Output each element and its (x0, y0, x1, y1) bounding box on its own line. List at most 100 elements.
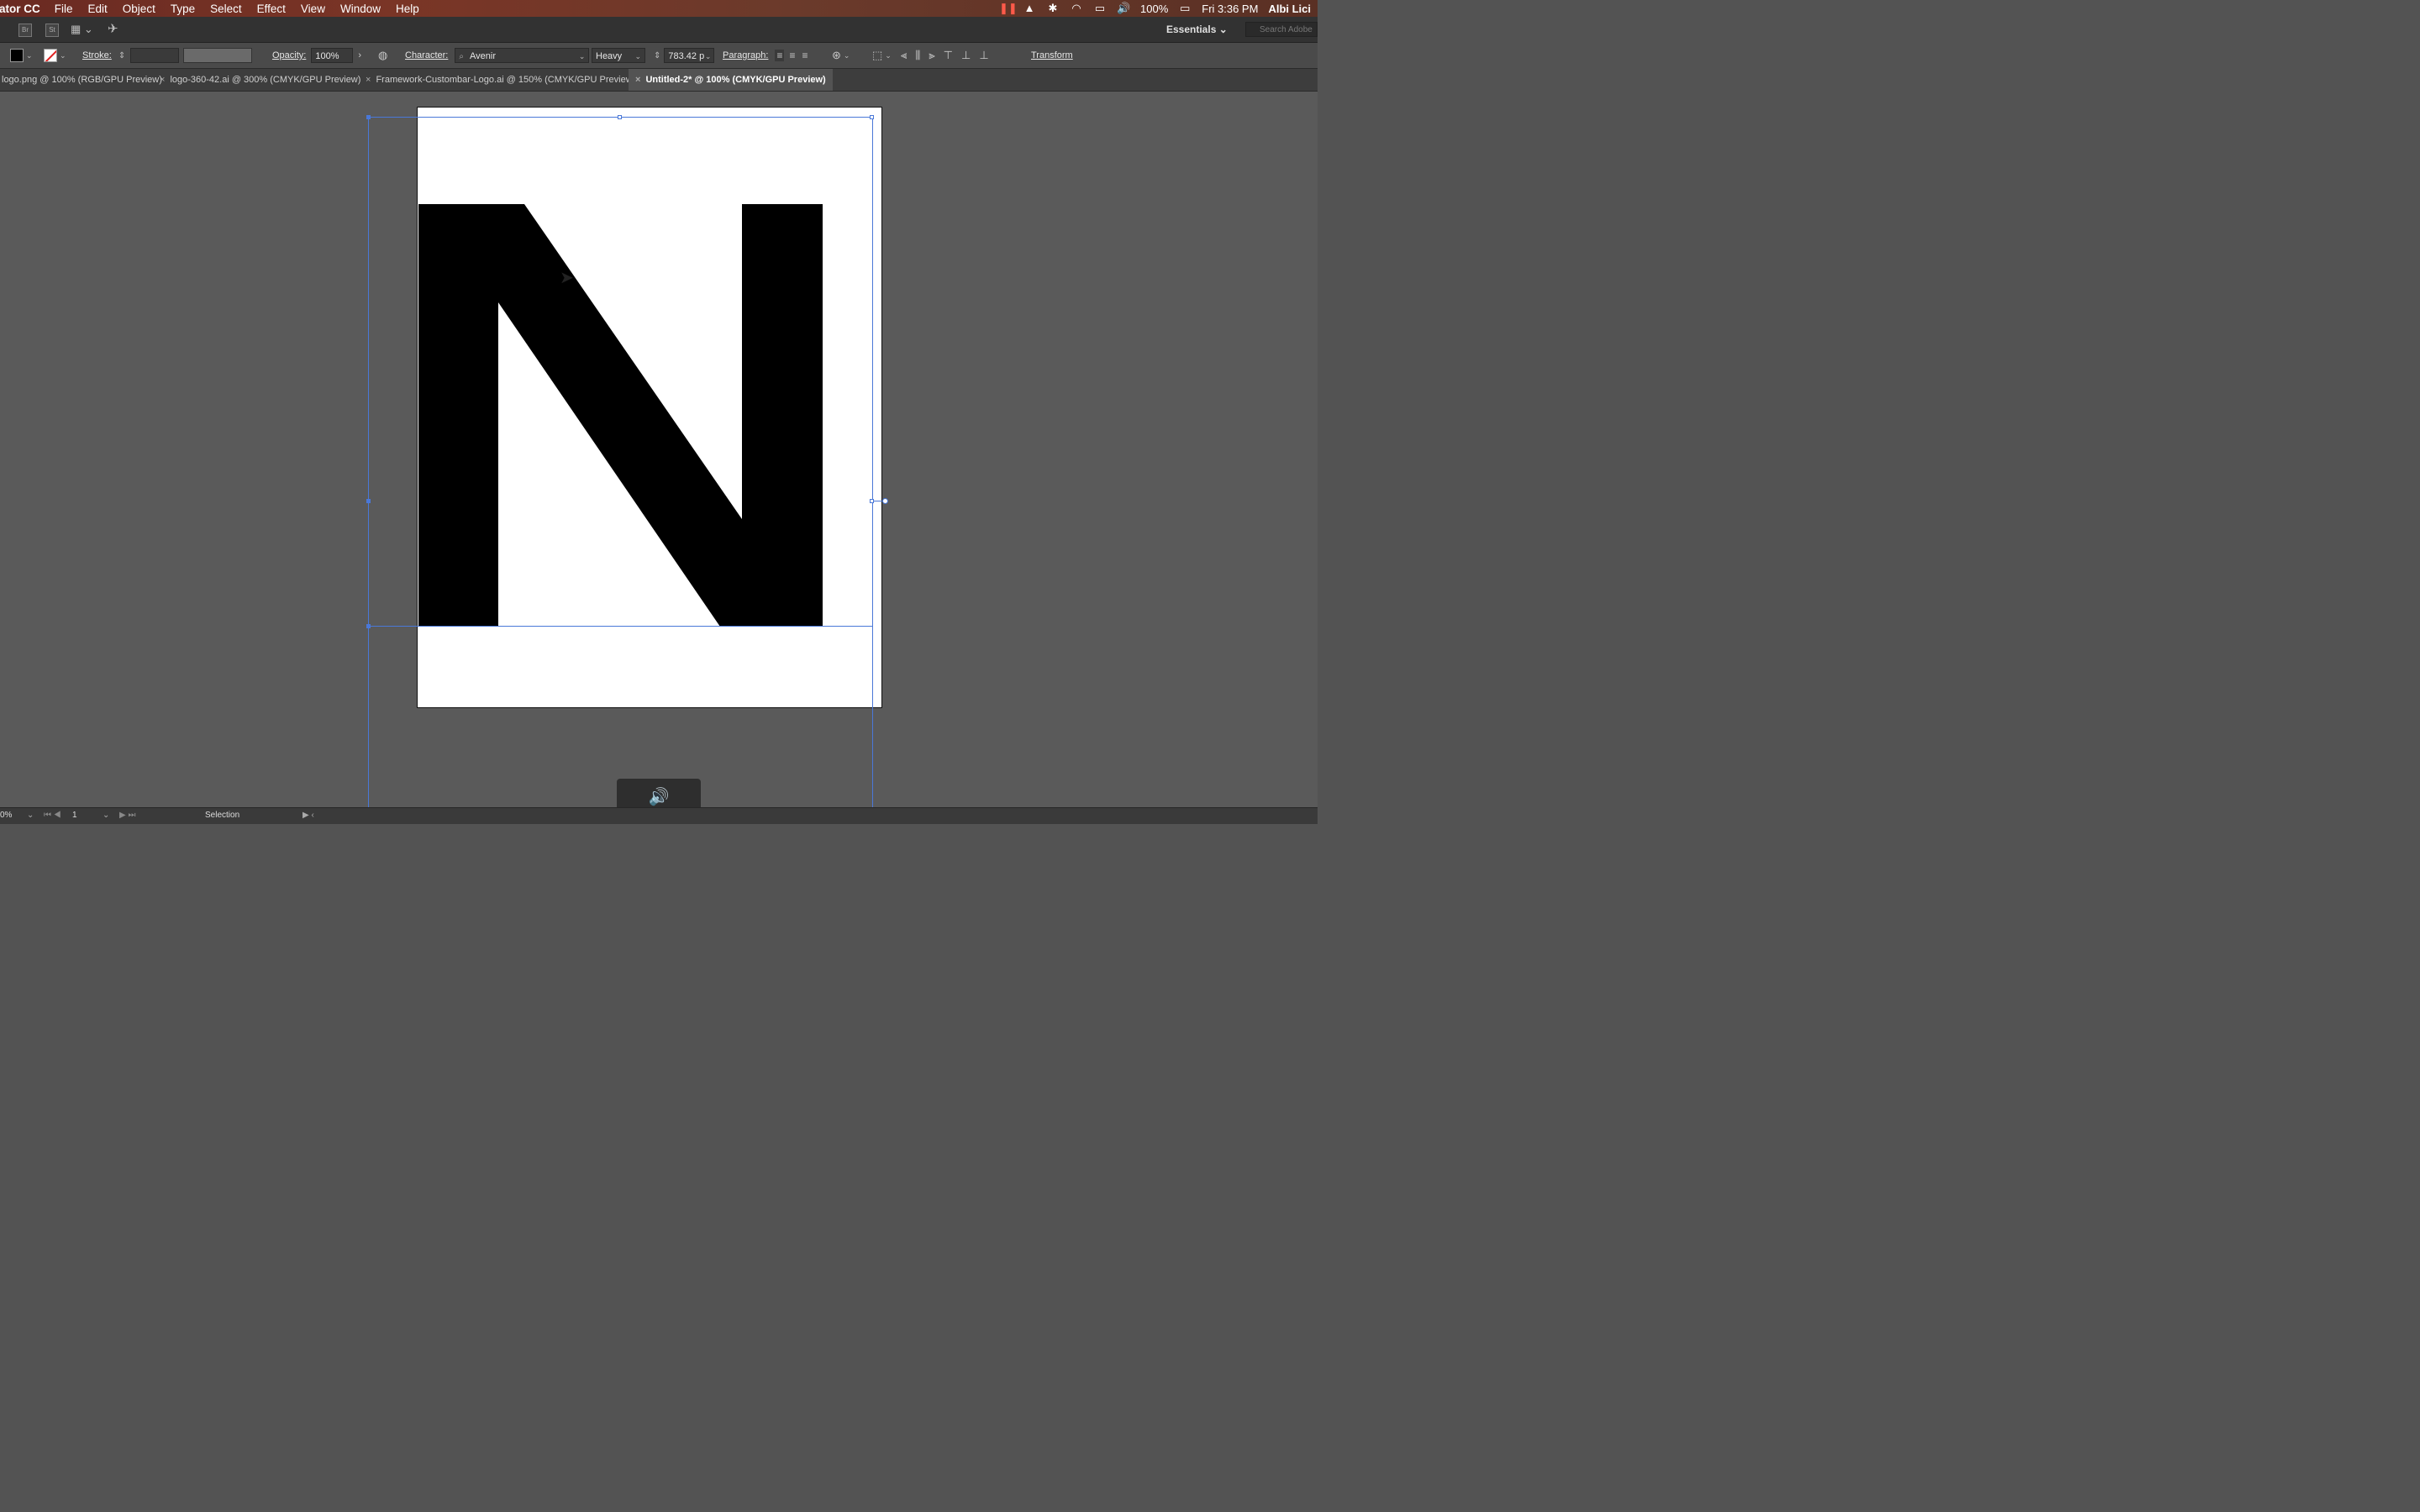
menu-type[interactable]: Type (163, 3, 203, 15)
vertical-align-bottom-icon[interactable]: ⊥ (979, 49, 988, 62)
menu-object[interactable]: Object (115, 3, 163, 15)
recording-icon[interactable]: ❚❚ (999, 3, 1018, 14)
selection-left-edge (368, 117, 369, 807)
first-artboard-icon[interactable]: ⏮ ◀ (44, 811, 61, 820)
gpu-performance-icon[interactable]: ✈ (108, 21, 118, 36)
user-name[interactable]: Albi Lici (1268, 3, 1311, 15)
app-name[interactable]: ator CC (0, 3, 47, 15)
stroke-dropdown-icon[interactable]: ⌄ (60, 51, 66, 60)
horizontal-align-left-icon[interactable]: ⫷ (901, 49, 907, 62)
opacity-label[interactable]: Opacity: (272, 50, 306, 60)
font-family-value: Avenir (470, 51, 497, 61)
menu-edit[interactable]: Edit (81, 3, 115, 15)
tab-label: logo-360-42.ai @ 300% (CMYK/GPU Preview) (170, 75, 361, 85)
menu-select[interactable]: Select (203, 3, 250, 15)
fill-dropdown-icon[interactable]: ⌄ (26, 51, 33, 60)
opentype-icon[interactable]: ⊛ (832, 49, 841, 62)
control-bar: ⌄ ⌄ Stroke: ⇕ ⌄ Opacity: 100% › ◍ Charac… (0, 43, 1318, 69)
clock[interactable]: Fri 3:36 PM (1202, 3, 1258, 15)
arrange-documents-icon[interactable]: ▦ ⌄ (71, 23, 93, 36)
workspace-switcher[interactable]: Essentials ⌄ (1166, 24, 1228, 35)
stroke-label[interactable]: Stroke: (82, 50, 112, 60)
menu-file[interactable]: File (47, 3, 81, 15)
menu-effect[interactable]: Effect (250, 3, 293, 15)
font-family-field[interactable]: ⌕ Avenir ⌄ (455, 48, 590, 64)
opacity-field[interactable]: 100% (311, 48, 354, 63)
font-family-dropdown-icon[interactable]: ⌄ (579, 49, 586, 64)
align-to-selection-icon[interactable]: ⬚ (872, 49, 882, 62)
battery-icon[interactable]: ▭ (1178, 3, 1192, 14)
type-handle[interactable] (882, 498, 888, 504)
tab-logo-360-42[interactable]: × logo-360-42.ai @ 300% (CMYK/GPU Preview… (160, 69, 360, 91)
font-size-dropdown-icon[interactable]: ⌄ (705, 49, 712, 64)
vertical-align-center-icon[interactable]: ⊥ (961, 49, 971, 62)
font-search-icon: ⌕ (459, 52, 464, 61)
font-size-field[interactable]: 783.42 p ⌄ (664, 48, 715, 64)
recolor-artwork-icon[interactable]: ◍ (378, 49, 387, 62)
selection-handle-top-right[interactable] (870, 115, 874, 119)
next-artboard-icon[interactable]: ▶ ⏭ (119, 811, 135, 820)
stock-button[interactable]: St (45, 24, 59, 37)
application-bar: Br St ▦ ⌄ ✈ Essentials ⌄ Search Adobe (0, 17, 1318, 43)
tab-logo-png[interactable]: logo.png @ 100% (RGB/GPU Preview) (2, 69, 162, 91)
tab-framework-custombar-logo[interactable]: × Framework-Custombar-Logo.ai @ 150% (CMY… (366, 69, 635, 91)
status-menus: ❚❚ ▲ ✱ ◠ ▭ 🔊 100% ▭ Fri 3:36 PM Albi Lic… (999, 0, 1318, 17)
close-icon[interactable]: × (366, 75, 371, 85)
selection-handle-top-left[interactable] (366, 115, 371, 119)
align-left-icon[interactable]: ≡ (775, 50, 785, 61)
transform-link[interactable]: Transform (1031, 50, 1073, 60)
artboard-number[interactable]: 1 (72, 811, 77, 820)
align-center-icon[interactable]: ≡ (789, 50, 795, 61)
bridge-button[interactable]: Br (18, 24, 32, 37)
paragraph-label[interactable]: Paragraph: (723, 50, 768, 60)
selection-handle-middle-left[interactable] (366, 499, 371, 503)
zoom-dropdown-icon[interactable]: ⌄ (27, 811, 34, 820)
tab-untitled-2[interactable]: × Untitled-2* @ 100% (CMYK/GPU Preview) (629, 69, 833, 91)
wifi-icon[interactable]: ◠ (1070, 3, 1083, 14)
text-baseline (368, 626, 872, 627)
menu-view[interactable]: View (293, 3, 333, 15)
stroke-stepper-icon[interactable]: ⇕ (118, 51, 125, 60)
airplay-icon[interactable]: ▭ (1093, 3, 1107, 14)
status-bar: 0% ⌄ ⏮ ◀ 1 ⌄ ▶ ⏭ Selection ▶ ‹ (0, 807, 1318, 824)
font-size-stepper-icon[interactable]: ⇕ (654, 51, 660, 60)
baseline-handle[interactable] (366, 624, 371, 628)
speaker-icon: 🔊 (648, 788, 670, 806)
mouse-cursor-icon: ➤ (560, 269, 574, 287)
document-tab-bar: logo.png @ 100% (RGB/GPU Preview) × logo-… (0, 69, 1318, 92)
fill-swatch[interactable] (10, 49, 24, 62)
zoom-level[interactable]: 0% (0, 811, 12, 820)
vertical-align-top-icon[interactable]: ⊤ (944, 49, 953, 62)
character-label[interactable]: Character: (405, 50, 448, 60)
align-to-dropdown-icon[interactable]: ⌄ (885, 51, 892, 60)
menu-help[interactable]: Help (388, 3, 427, 15)
artboard[interactable]: N (417, 107, 882, 708)
battery-percent[interactable]: 100% (1140, 3, 1168, 15)
drive-icon[interactable]: ▲ (1023, 3, 1036, 14)
stroke-weight-field[interactable] (130, 48, 180, 63)
opentype-dropdown-icon[interactable]: ⌄ (844, 51, 850, 60)
font-style-dropdown-icon[interactable]: ⌄ (634, 49, 641, 64)
stroke-swatch[interactable] (44, 49, 57, 62)
menu-window[interactable]: Window (333, 3, 388, 15)
align-right-icon[interactable]: ≡ (802, 50, 808, 61)
artboard-dropdown-icon[interactable]: ⌄ (103, 811, 109, 820)
font-size-value: 783.42 p (668, 51, 705, 61)
bluetooth-icon[interactable]: ✱ (1046, 3, 1060, 14)
variable-width-profile[interactable] (183, 48, 252, 63)
close-icon[interactable]: × (635, 75, 640, 85)
mac-menu-bar: ator CC File Edit Object Type Select Eff… (0, 0, 1318, 17)
horizontal-align-right-icon[interactable]: ⫸ (929, 49, 934, 62)
glyph-n-outline[interactable] (418, 108, 883, 709)
workspace-label: Essentials (1166, 24, 1217, 35)
font-style-field[interactable]: Heavy ⌄ (592, 48, 645, 63)
font-style-value: Heavy (596, 51, 623, 61)
volume-icon[interactable]: 🔊 (1117, 3, 1130, 14)
selection-handle-top-center[interactable] (618, 115, 622, 119)
tab-label: Framework-Custombar-Logo.ai @ 150% (CMYK… (376, 75, 636, 85)
search-adobe-stock-input[interactable]: Search Adobe (1245, 22, 1318, 37)
horizontal-align-center-icon[interactable]: ⫼ (915, 49, 920, 62)
close-icon[interactable]: × (160, 75, 165, 85)
opacity-flyout-icon[interactable]: › (358, 50, 361, 60)
status-flyout-icon[interactable]: ▶ ‹ (302, 811, 314, 820)
